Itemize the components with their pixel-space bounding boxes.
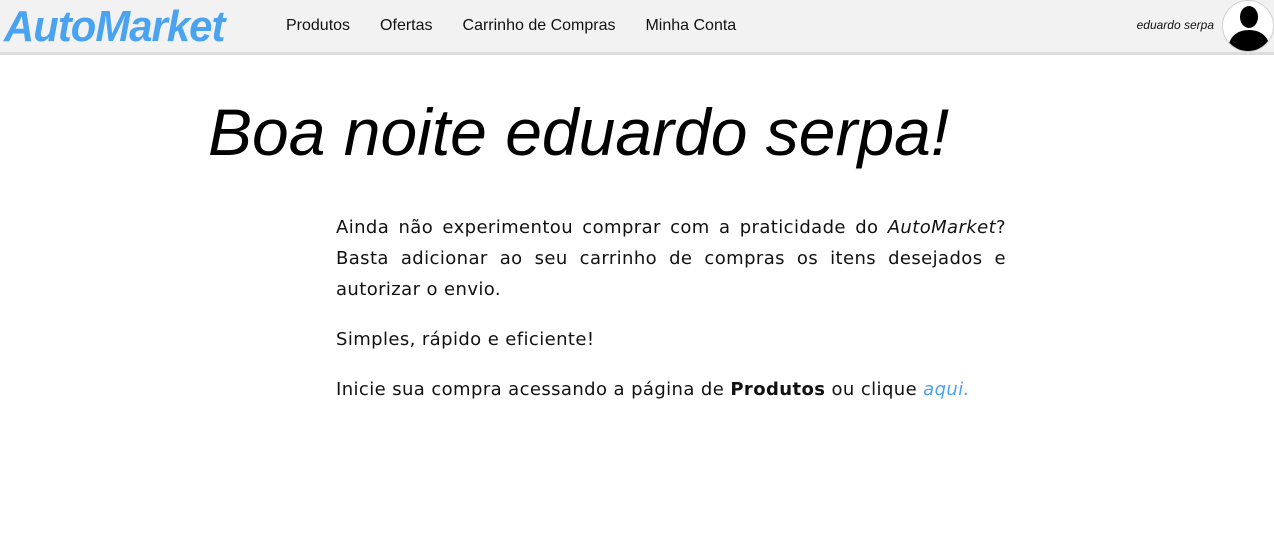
tagline-paragraph: Simples, rápido e eficiente! bbox=[336, 329, 595, 350]
top-navigation-bar: AutoMarket Produtos Ofertas Carrinho de … bbox=[0, 0, 1274, 55]
cta-here-link[interactable]: aqui. bbox=[923, 379, 970, 400]
nav-item-carrinho-de-compras[interactable]: Carrinho de Compras bbox=[463, 17, 616, 35]
intro-text: Ainda não experimentou comprar com a pra… bbox=[336, 212, 1006, 424]
intro-brand-name: AutoMarket bbox=[887, 217, 997, 238]
page-greeting: Boa noite eduardo serpa! bbox=[208, 95, 950, 169]
avatar[interactable] bbox=[1222, 0, 1274, 52]
cta-text-a: Inicie sua compra acessando a página de bbox=[336, 379, 731, 400]
intro-text-a: Ainda não experimentou comprar com a pra… bbox=[336, 217, 888, 238]
cta-paragraph: Inicie sua compra acessando a página de … bbox=[336, 374, 1006, 405]
nav-item-ofertas[interactable]: Ofertas bbox=[380, 17, 432, 35]
cta-products-word: Produtos bbox=[730, 379, 826, 400]
user-name[interactable]: eduardo serpa bbox=[1137, 18, 1214, 32]
brand-logo[interactable]: AutoMarket bbox=[4, 2, 225, 52]
intro-paragraph: Ainda não experimentou comprar com a pra… bbox=[336, 212, 1006, 305]
nav-item-minha-conta[interactable]: Minha Conta bbox=[645, 17, 736, 35]
nav-item-produtos[interactable]: Produtos bbox=[286, 17, 350, 35]
cta-text-b: ou clique bbox=[825, 379, 924, 400]
user-silhouette-icon bbox=[1228, 6, 1270, 51]
main-nav: Produtos Ofertas Carrinho de Compras Min… bbox=[286, 0, 736, 52]
